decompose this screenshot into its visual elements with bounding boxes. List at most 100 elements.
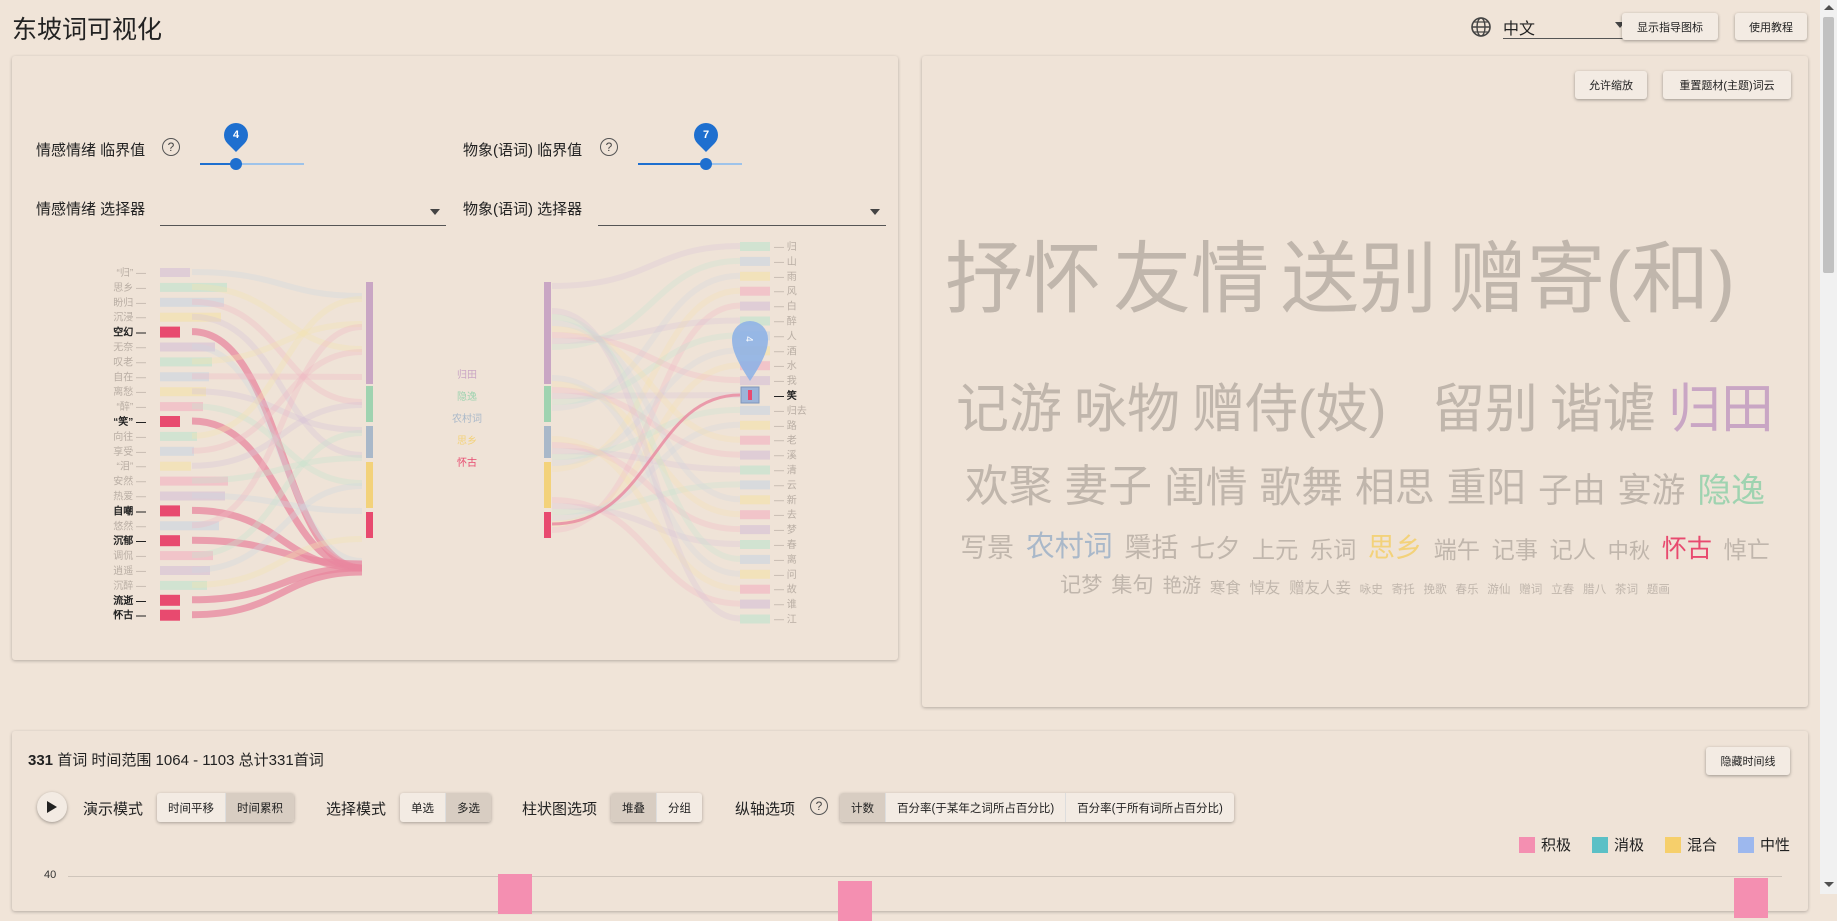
legend-positive[interactable]: 积极 (1519, 834, 1571, 855)
demo-mode-option[interactable]: 时间累积 (226, 793, 294, 822)
word-cloud-word[interactable]: 妻子 (1065, 465, 1153, 509)
scroll-down-icon[interactable] (1824, 882, 1834, 887)
word-cloud-word[interactable]: 咏物 (1074, 383, 1180, 436)
sankey-target-label: — 人 (774, 330, 797, 342)
globe-icon[interactable] (1470, 16, 1492, 43)
word-cloud-word[interactable]: 怀古 (1662, 536, 1712, 562)
word-cloud-word[interactable]: 友情 (1113, 240, 1269, 318)
sankey-target-node (740, 435, 770, 445)
hide-timeline-button[interactable]: 隐藏时间线 (1706, 747, 1790, 775)
sankey-source-label: 享受 — (113, 445, 146, 458)
legend-swatch (1738, 836, 1754, 853)
word-cloud-word[interactable]: 子由 (1538, 474, 1606, 509)
y-option[interactable]: 百分率(于某年之词所占百分比) (886, 793, 1067, 822)
word-cloud-word[interactable]: 寄托 (1392, 584, 1415, 596)
word-cloud-word[interactable]: 上元 (1252, 538, 1298, 562)
word-cloud-word[interactable]: 归田 (1668, 383, 1774, 436)
word-cloud-word[interactable]: 农村词 (1026, 533, 1113, 562)
sankey-target-label: — 雨 (774, 272, 797, 283)
word-cloud-word[interactable]: 檃括 (1124, 534, 1178, 562)
word-cloud-word[interactable]: 游仙 (1487, 584, 1510, 596)
select-mode-option[interactable]: 多选 (446, 793, 491, 822)
sankey-target-node (740, 256, 770, 266)
word-cloud-word[interactable]: 记人 (1550, 538, 1596, 562)
timeline-bar[interactable] (1734, 878, 1768, 918)
bar-option[interactable]: 分组 (657, 793, 702, 822)
word-cloud-word[interactable]: 乐词 (1310, 538, 1356, 562)
word-cloud-word[interactable]: 腊八 (1583, 584, 1606, 596)
word-cloud-word[interactable]: 端午 (1434, 538, 1480, 562)
language-select[interactable]: 中文 (1503, 12, 1633, 39)
emotion-threshold-thumb[interactable] (230, 158, 243, 170)
word-cloud-word[interactable]: 赠友人妾 (1289, 580, 1351, 596)
legend-mixed[interactable]: 混合 (1665, 834, 1717, 855)
word-cloud-word[interactable]: 记游 (956, 383, 1062, 436)
timeline-bar[interactable] (838, 881, 872, 921)
play-button[interactable] (37, 792, 67, 822)
sankey-source-node (160, 594, 180, 606)
word-cloud-word[interactable]: 隐逸 (1697, 474, 1765, 509)
bar-option[interactable]: 堆叠 (611, 793, 657, 822)
word-cloud-word[interactable]: 春乐 (1455, 584, 1478, 596)
page-scrollbar[interactable] (1820, 0, 1837, 894)
sankey-source-node (160, 268, 190, 277)
word-cloud-word[interactable]: 赠词 (1519, 584, 1542, 596)
legend-neutral[interactable]: 中性 (1738, 834, 1790, 855)
word-cloud-word[interactable]: 留别 (1432, 383, 1538, 436)
word-cloud-word[interactable]: 寒食 (1210, 580, 1241, 596)
word-cloud: 抒怀 友情 送别 赠寄(和) 记游 咏物 赠侍(妓) 留别 谐谑 归田欢聚 妻子 闺情 歌舞 相思 重阳 子由… (922, 56, 1808, 707)
timeline-bar[interactable] (498, 874, 532, 914)
word-cloud-word[interactable]: 茶词 (1615, 584, 1638, 596)
word-cloud-word[interactable]: 艳游 (1162, 576, 1201, 596)
word-cloud-word[interactable]: 相思 (1355, 468, 1435, 509)
demo-mode-option[interactable]: 时间平移 (157, 793, 226, 822)
emotion-selector[interactable] (160, 194, 446, 226)
imagery-selector[interactable] (598, 194, 886, 226)
tutorial-button[interactable]: 使用教程 (1735, 13, 1807, 40)
word-cloud-word[interactable]: 咏史 (1360, 584, 1383, 596)
word-cloud-word[interactable]: 重阳 (1447, 468, 1527, 509)
word-cloud-word[interactable]: 记梦 (1060, 574, 1103, 596)
sankey-target-label: — 去 (774, 509, 797, 521)
word-cloud-word[interactable]: 赠侍(妓) (1192, 383, 1386, 436)
word-cloud-word[interactable]: 思乡 (1368, 534, 1422, 562)
word-cloud-word[interactable]: 七夕 (1190, 536, 1240, 562)
word-cloud-word[interactable]: 写景 (960, 534, 1014, 562)
sankey-target-label: — 水 (774, 360, 797, 372)
sankey-target-label: — 酒 (774, 345, 797, 357)
help-icon[interactable]: ? (810, 797, 828, 815)
scroll-up-icon[interactable] (1824, 5, 1834, 10)
help-icon[interactable]: ? (162, 138, 180, 156)
imagery-threshold-thumb[interactable] (699, 158, 712, 170)
sankey-source-label: 自嘲 — (113, 504, 146, 517)
sankey-theme-node (544, 462, 551, 508)
word-cloud-word[interactable]: 记事 (1492, 538, 1538, 562)
demo-mode-label: 演示模式 (83, 801, 144, 818)
word-cloud-word[interactable]: 赠寄(和) (1449, 240, 1736, 318)
poem-count: 331 (28, 752, 54, 769)
word-cloud-word[interactable]: 悼亡 (1724, 538, 1770, 562)
word-cloud-word[interactable]: 送别 (1281, 240, 1437, 318)
word-cloud-word[interactable]: 闺情 (1164, 467, 1248, 509)
y-option[interactable]: 百分率(于所有词所占百分比) (1066, 793, 1234, 822)
scrollbar-thumb[interactable] (1823, 17, 1834, 273)
word-cloud-word[interactable]: 立春 (1551, 584, 1574, 596)
word-cloud-word[interactable]: 题画 (1647, 584, 1670, 596)
word-cloud-word[interactable]: 抒怀 (945, 240, 1101, 318)
legend-negative[interactable]: 消极 (1592, 834, 1644, 855)
y-option[interactable]: 计数 (840, 793, 886, 822)
sankey-target-node (740, 405, 770, 415)
word-cloud-word[interactable]: 集句 (1111, 574, 1154, 596)
word-cloud-word[interactable]: 宴游 (1618, 474, 1686, 509)
sankey-theme-node (366, 386, 373, 422)
demo-mode-toggle: 时间平移 时间累积 (157, 793, 294, 822)
word-cloud-word[interactable]: 悼友 (1249, 580, 1280, 596)
word-cloud-word[interactable]: 谐谑 (1550, 383, 1656, 436)
word-cloud-word[interactable]: 中秋 (1608, 540, 1651, 562)
word-cloud-word[interactable]: 欢聚 (965, 465, 1053, 509)
word-cloud-word[interactable]: 歌舞 (1260, 467, 1344, 509)
show-guide-button[interactable]: 显示指导图标 (1622, 13, 1718, 40)
help-icon[interactable]: ? (600, 138, 618, 156)
select-mode-option[interactable]: 单选 (400, 793, 446, 822)
word-cloud-word[interactable]: 挽歌 (1423, 584, 1446, 596)
